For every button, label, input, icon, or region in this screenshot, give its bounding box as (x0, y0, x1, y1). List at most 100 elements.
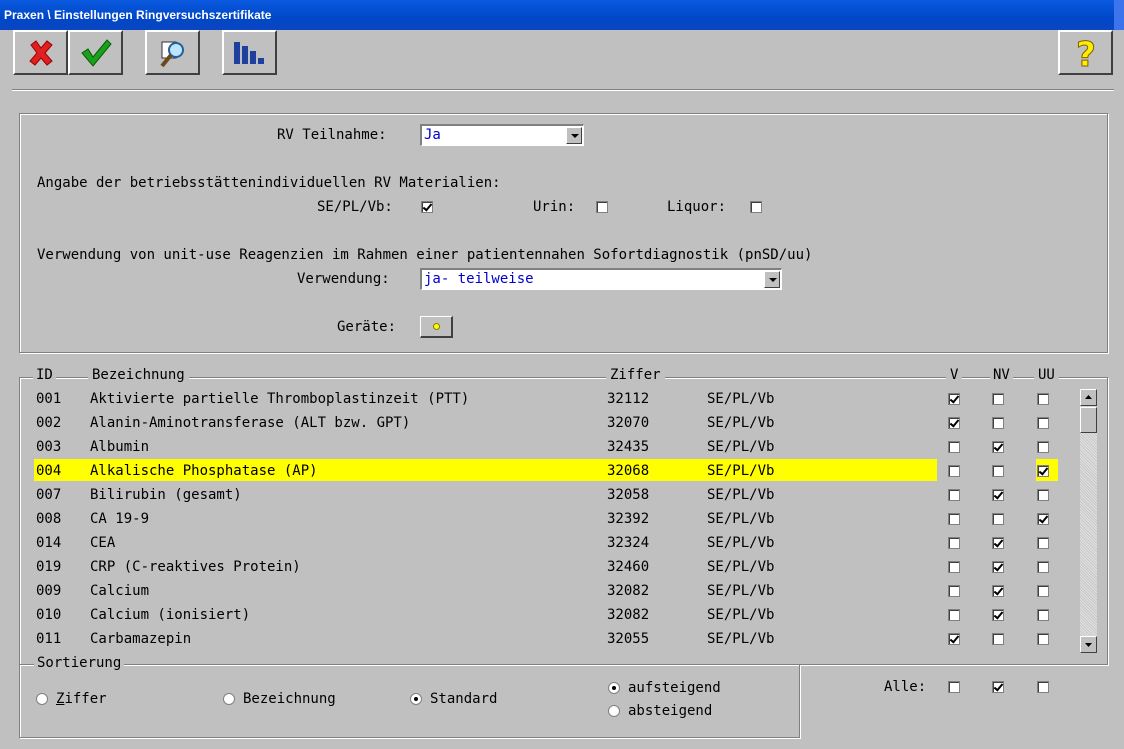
scroll-up-button[interactable] (1080, 389, 1097, 406)
cell-bezeichnung: Alanin-Aminotransferase (ALT bzw. GPT) (90, 415, 411, 431)
v-checkbox[interactable] (948, 633, 960, 645)
sort-standard-radio[interactable] (410, 693, 422, 705)
sort-standard-label[interactable]: Standard (430, 691, 497, 707)
table-row[interactable]: 011 Carbamazepin 32055 SE/PL/Vb (34, 627, 1064, 651)
sort-descending-radio[interactable] (608, 705, 620, 717)
nv-checkbox[interactable] (992, 561, 1004, 573)
cell-ziffer: 32082 (607, 607, 650, 623)
sort-ziffer-radio[interactable] (36, 693, 48, 705)
title-bar-edge (1114, 0, 1124, 30)
v-checkbox[interactable] (948, 393, 960, 405)
uu-checkbox[interactable] (1037, 585, 1049, 597)
header-bezeichnung[interactable]: Bezeichnung (88, 367, 189, 383)
alle-nv-checkbox[interactable] (992, 681, 1004, 693)
header-uu[interactable]: UU (1034, 367, 1059, 383)
table-row[interactable]: 007 Bilirubin (gesamt) 32058 SE/PL/Vb (34, 483, 1064, 507)
table-row[interactable]: 014 CEA 32324 SE/PL/Vb (34, 531, 1064, 555)
uu-checkbox[interactable] (1037, 561, 1049, 573)
table-row[interactable]: 019 CRP (C-reaktives Protein) 32460 SE/PL/V… (34, 555, 1064, 579)
table-row[interactable]: 001 Aktivierte partielle Thromboplastinze… (34, 387, 1064, 411)
cell-material: SE/PL/Vb (707, 535, 775, 551)
unituse-heading: Verwendung von unit-use Reagenzien im Ra… (37, 247, 813, 263)
cell-material: SE/PL/Vb (707, 415, 775, 431)
scroll-thumb[interactable] (1080, 407, 1097, 433)
alle-v-checkbox[interactable] (948, 681, 960, 693)
alle-uu-checkbox[interactable] (1037, 681, 1049, 693)
nv-checkbox[interactable] (992, 417, 1004, 429)
chevron-down-icon[interactable] (764, 271, 780, 288)
sort-ascending-radio[interactable] (608, 682, 620, 694)
header-v[interactable]: V (946, 367, 963, 383)
cell-ziffer: 32324 (607, 535, 650, 551)
table-row[interactable]: 010 Calcium (ionisiert) 32082 SE/PL/Vb (34, 603, 1064, 627)
table-row[interactable]: 004 Alkalische Phosphatase (AP) 32068 SE/PL… (34, 459, 1064, 483)
geraete-label: Geräte: (337, 319, 397, 335)
cell-bezeichnung: Alkalische Phosphatase (AP) (90, 463, 318, 479)
uu-checkbox[interactable] (1037, 633, 1049, 645)
sort-title: Sortierung (34, 655, 125, 671)
v-checkbox[interactable] (948, 441, 960, 453)
v-checkbox[interactable] (948, 585, 960, 597)
nv-checkbox[interactable] (992, 465, 1004, 477)
help-button[interactable]: ? (1058, 30, 1113, 75)
nv-checkbox[interactable] (992, 393, 1004, 405)
nv-checkbox[interactable] (992, 537, 1004, 549)
uu-checkbox[interactable] (1037, 441, 1049, 453)
v-checkbox[interactable] (948, 561, 960, 573)
header-nv[interactable]: NV (990, 367, 1013, 383)
cancel-button[interactable] (13, 30, 68, 75)
sort-descending-label[interactable]: absteigend (628, 703, 712, 719)
nv-checkbox[interactable] (992, 441, 1004, 453)
nv-checkbox[interactable] (992, 633, 1004, 645)
uu-checkbox[interactable] (1037, 489, 1049, 501)
cell-material: SE/PL/Vb (707, 391, 775, 407)
statistics-button[interactable] (222, 30, 277, 75)
rv-teilnahme-select[interactable]: Ja (420, 124, 584, 146)
uu-checkbox[interactable] (1037, 537, 1049, 549)
help-icon: ? (1075, 35, 1096, 71)
header-id[interactable]: ID (33, 367, 56, 383)
uu-checkbox[interactable] (1037, 393, 1049, 405)
cell-ziffer: 32392 (607, 511, 650, 527)
uu-checkbox[interactable] (1037, 513, 1049, 525)
liquor-checkbox[interactable] (750, 201, 762, 213)
sort-bezeichnung-label[interactable]: Bezeichnung (243, 691, 336, 707)
v-checkbox[interactable] (948, 609, 960, 621)
cell-material: SE/PL/Vb (707, 487, 775, 503)
cell-id: 019 (36, 559, 62, 575)
v-checkbox[interactable] (948, 513, 960, 525)
nv-checkbox[interactable] (992, 609, 1004, 621)
uu-checkbox[interactable] (1037, 465, 1049, 477)
nv-checkbox[interactable] (992, 585, 1004, 597)
sort-bezeichnung-radio[interactable] (223, 693, 235, 705)
geraete-button[interactable] (420, 316, 453, 338)
chevron-down-icon[interactable] (566, 127, 582, 144)
v-checkbox[interactable] (948, 537, 960, 549)
table-row[interactable]: 009 Calcium 32082 SE/PL/Vb (34, 579, 1064, 603)
cell-id: 004 (36, 463, 62, 479)
se-pl-vb-checkbox[interactable] (421, 201, 433, 213)
uu-checkbox[interactable] (1037, 417, 1049, 429)
search-magnifier-icon (159, 41, 184, 67)
search-button[interactable] (145, 30, 200, 75)
urin-checkbox[interactable] (596, 201, 608, 213)
nv-checkbox[interactable] (992, 513, 1004, 525)
vertical-scrollbar[interactable] (1080, 389, 1097, 653)
table-row[interactable]: 008 CA 19-9 32392 SE/PL/Vb (34, 507, 1064, 531)
cell-id: 002 (36, 415, 62, 431)
nv-checkbox[interactable] (992, 489, 1004, 501)
sort-ascending-label[interactable]: aufsteigend (628, 680, 721, 696)
v-checkbox[interactable] (948, 489, 960, 501)
v-checkbox[interactable] (948, 465, 960, 477)
v-checkbox[interactable] (948, 417, 960, 429)
confirm-button[interactable] (68, 30, 123, 75)
uu-checkbox[interactable] (1037, 609, 1049, 621)
header-ziffer[interactable]: Ziffer (606, 367, 665, 383)
sort-ziffer-label[interactable]: Ziffer (56, 691, 107, 707)
materials-heading: Angabe der betriebsstättenindividuellen … (37, 175, 501, 191)
scroll-down-button[interactable] (1080, 636, 1097, 653)
table-row[interactable]: 002 Alanin-Aminotransferase (ALT bzw. GPT… (34, 411, 1064, 435)
cell-id: 009 (36, 583, 62, 599)
verwendung-select[interactable]: ja- teilweise (420, 268, 782, 290)
table-row[interactable]: 003 Albumin 32435 SE/PL/Vb (34, 435, 1064, 459)
